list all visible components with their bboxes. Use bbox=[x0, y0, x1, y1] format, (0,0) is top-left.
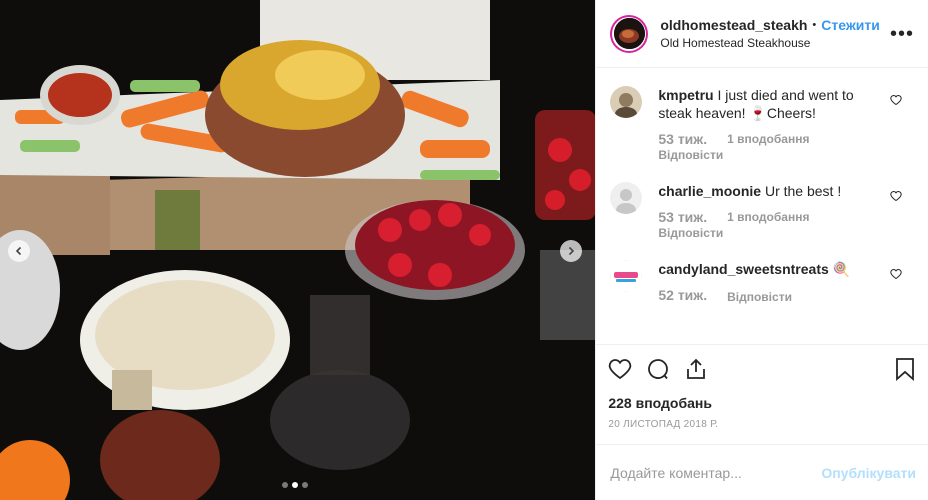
comment-input[interactable] bbox=[608, 463, 822, 482]
carousel-dot-active bbox=[292, 482, 298, 488]
comment-username[interactable]: charlie_moonie bbox=[658, 183, 761, 199]
separator-dot: • bbox=[812, 19, 817, 31]
comment-username[interactable]: kmpetru bbox=[658, 87, 713, 103]
carousel-indicator bbox=[282, 482, 308, 488]
profile-avatar[interactable] bbox=[610, 14, 649, 53]
comment-avatar[interactable] bbox=[610, 86, 643, 118]
food-photo bbox=[0, 0, 596, 500]
post-username[interactable]: oldhomestead_steakh bbox=[660, 17, 807, 33]
comments-list: kmpetru I just died and went to steak he… bbox=[596, 68, 928, 344]
follow-button[interactable]: Стежити bbox=[821, 17, 880, 33]
post-actions bbox=[596, 344, 928, 393]
reply-button[interactable]: Відповісти bbox=[727, 288, 792, 306]
save-button[interactable] bbox=[894, 357, 916, 386]
comment-item: charlie_moonie Ur the best ! 53 тиж. 1 в… bbox=[610, 164, 914, 242]
bookmark-icon bbox=[896, 358, 914, 381]
comment-like-heart-icon[interactable] bbox=[890, 268, 902, 280]
post-photo[interactable] bbox=[0, 0, 596, 500]
comment-likes[interactable]: 1 вподобання bbox=[727, 208, 809, 226]
comment-item: candyland_sweetsntreats 🍭 52 тиж. Відпов… bbox=[610, 242, 914, 306]
reply-button[interactable]: Відповісти bbox=[658, 146, 888, 164]
reply-button[interactable]: Відповісти bbox=[658, 224, 888, 242]
comment-icon bbox=[648, 359, 669, 380]
comment-likes[interactable]: 1 вподобання bbox=[727, 130, 809, 148]
comment-username[interactable]: candyland_sweetsntreats bbox=[658, 261, 828, 277]
publish-button[interactable]: Опублікувати bbox=[821, 465, 916, 481]
comment-button[interactable] bbox=[646, 357, 670, 381]
like-button[interactable] bbox=[608, 357, 632, 381]
post-header: oldhomestead_steakh • Стежити Old Homest… bbox=[596, 0, 928, 68]
carousel-dot bbox=[302, 482, 308, 488]
chevron-left-icon bbox=[15, 246, 22, 256]
more-options-icon[interactable]: ••• bbox=[890, 24, 914, 44]
post-location[interactable]: Old Homestead Steakhouse bbox=[660, 36, 880, 50]
comment-time[interactable]: 52 тиж. bbox=[658, 286, 707, 306]
instagram-post: oldhomestead_steakh • Стежити Old Homest… bbox=[0, 0, 928, 500]
comment-avatar[interactable] bbox=[610, 182, 643, 214]
carousel-next-button[interactable] bbox=[560, 240, 582, 262]
like-count[interactable]: 228 вподобань bbox=[596, 395, 928, 411]
comment-text: Ur the best ! bbox=[764, 183, 842, 199]
comment-like-heart-icon[interactable] bbox=[890, 94, 902, 106]
chevron-right-icon bbox=[568, 246, 575, 256]
comment-avatar[interactable] bbox=[610, 260, 643, 292]
post-date[interactable]: 20 ЛИСТОПАД 2018 Р. bbox=[596, 411, 928, 430]
heart-icon bbox=[609, 359, 632, 380]
comment-item: kmpetru I just died and went to steak he… bbox=[610, 68, 914, 164]
carousel-prev-button[interactable] bbox=[8, 240, 30, 262]
add-comment-bar: Опублікувати bbox=[596, 444, 928, 500]
share-icon bbox=[687, 358, 706, 379]
share-button[interactable] bbox=[684, 357, 708, 381]
carousel-dot bbox=[282, 482, 288, 488]
post-side-panel: oldhomestead_steakh • Стежити Old Homest… bbox=[595, 0, 928, 500]
comment-like-heart-icon[interactable] bbox=[890, 190, 902, 202]
comment-text: 🍭 bbox=[832, 261, 851, 277]
